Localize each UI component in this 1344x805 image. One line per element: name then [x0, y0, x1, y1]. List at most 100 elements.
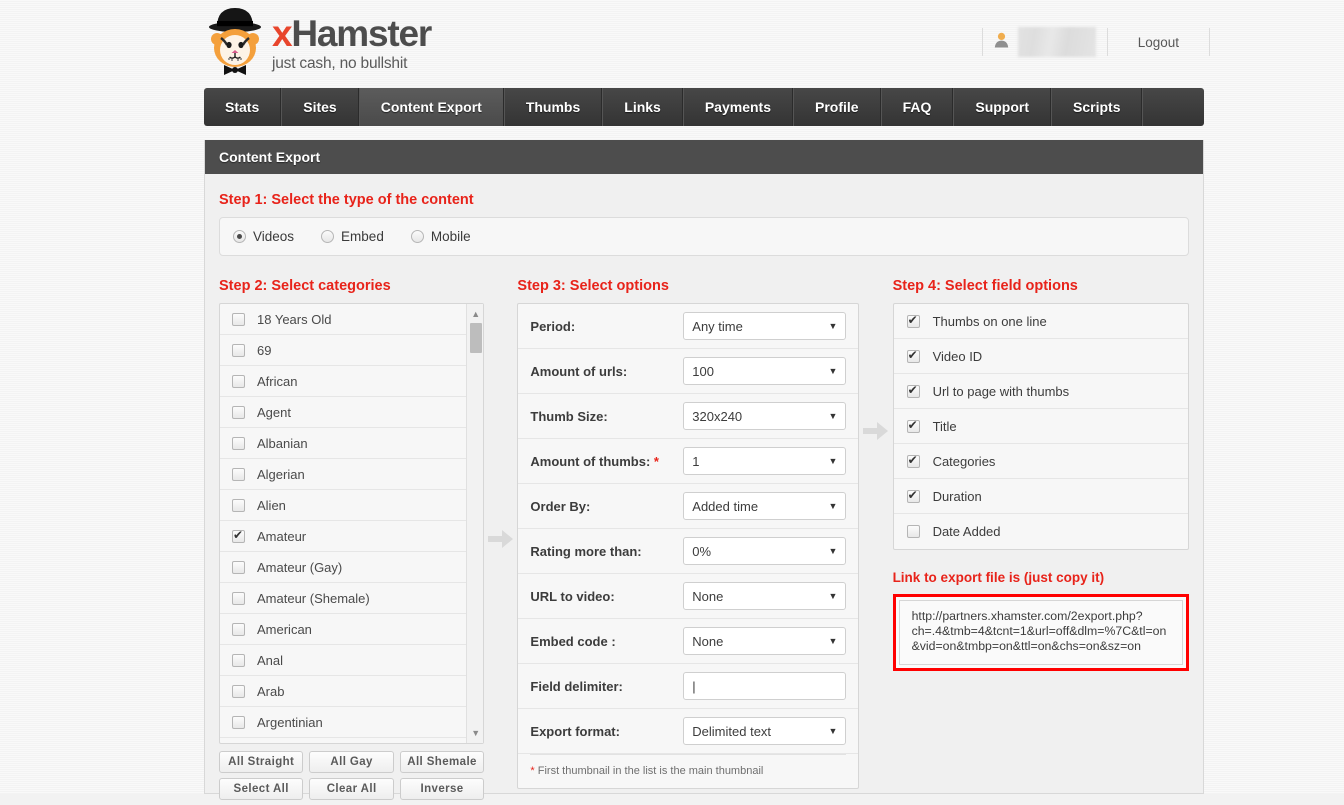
step3-label: Step 3: Select options — [517, 278, 669, 294]
option-label: Amount of urls: — [530, 363, 628, 379]
field-checkbox[interactable] — [906, 418, 920, 433]
field-option-url-to-page-with-thumbs[interactable]: Url to page with thumbs — [893, 374, 1189, 409]
all-shemale-button[interactable]: All Shemale — [399, 751, 485, 773]
scroll-down-arrow-icon[interactable]: ▼ — [467, 725, 484, 741]
field-option-video-id[interactable]: Video ID — [893, 339, 1189, 374]
main-navigation: Stats Sites Content Export Thumbs Links … — [204, 88, 1204, 126]
radio-option-mobile[interactable]: Mobile — [410, 229, 471, 244]
all-gay-button[interactable]: All Gay — [309, 751, 394, 773]
option-row-period: Period: Any time ▼ — [518, 304, 859, 349]
inverse-button[interactable]: Inverse — [399, 778, 485, 800]
site-logo[interactable]: xHamster just cash, no bullshit — [204, 5, 432, 77]
category-row[interactable]: Algerian — [220, 459, 467, 490]
category-row[interactable]: Amateur — [220, 521, 467, 552]
category-checkbox[interactable] — [232, 653, 245, 667]
nav-item-stats[interactable]: Stats — [204, 88, 282, 126]
logout-link[interactable]: Logout — [1138, 35, 1179, 50]
field-option-duration[interactable]: Duration — [893, 479, 1189, 514]
field-option-title[interactable]: Title — [893, 409, 1189, 444]
field-option-thumbs-on-one-line[interactable]: Thumbs on one line — [893, 304, 1189, 339]
field-checkbox[interactable] — [906, 313, 920, 328]
url-to-video-select[interactable]: None ▼ — [683, 582, 847, 610]
amount-of-urls-select[interactable]: 100 ▼ — [683, 357, 847, 385]
category-checkbox[interactable] — [232, 560, 245, 574]
nav-item-support[interactable]: Support — [953, 88, 1052, 126]
field-checkbox[interactable] — [906, 348, 920, 363]
category-checkbox[interactable] — [232, 374, 245, 388]
radio-embed-icon[interactable] — [321, 230, 335, 243]
field-checkbox[interactable] — [906, 453, 920, 468]
period-select[interactable]: Any time ▼ — [683, 312, 847, 340]
category-label: Anal — [257, 652, 284, 668]
category-checkbox[interactable] — [232, 467, 245, 481]
clear-all-button[interactable]: Clear All — [309, 778, 394, 800]
radio-option-videos[interactable]: Videos — [233, 229, 294, 244]
nav-item-faq[interactable]: FAQ — [880, 88, 954, 126]
category-checkbox[interactable] — [232, 405, 245, 419]
nav-item-payments[interactable]: Payments — [682, 88, 793, 126]
category-checkbox[interactable] — [232, 343, 245, 357]
amount-of-thumbs-select[interactable]: 1 ▼ — [683, 447, 847, 475]
nav-item-scripts[interactable]: Scripts — [1051, 88, 1143, 126]
brand-rest: Hamster — [291, 13, 432, 54]
option-row-order-by: Order By: Added time ▼ — [518, 484, 859, 529]
field-delimiter-input[interactable]: | — [683, 672, 847, 700]
nav-item-thumbs[interactable]: Thumbs — [503, 88, 603, 126]
all-straight-button[interactable]: All Straight — [219, 751, 304, 773]
export-link-value[interactable]: http://partners.xhamster.com/2export.php… — [898, 600, 1184, 665]
field-option-categories[interactable]: Categories — [893, 444, 1189, 479]
category-scrollbar[interactable]: ▲ ▼ — [466, 304, 484, 743]
category-checkbox[interactable] — [232, 715, 245, 729]
radio-mobile-icon[interactable] — [410, 230, 424, 243]
category-label: Agent — [257, 404, 291, 420]
nav-item-sites[interactable]: Sites — [281, 88, 359, 126]
category-checkbox[interactable] — [232, 498, 245, 512]
category-checkbox[interactable] — [232, 684, 245, 698]
category-row[interactable]: Alien — [220, 490, 467, 521]
field-checkbox[interactable] — [906, 488, 920, 503]
radio-videos-icon[interactable] — [233, 230, 246, 243]
category-row[interactable]: Agent — [220, 397, 467, 428]
category-row[interactable]: African — [220, 366, 467, 397]
scrollbar-thumb[interactable] — [470, 323, 483, 353]
select-all-button[interactable]: Select All — [219, 778, 304, 800]
rating-select[interactable]: 0% ▼ — [683, 537, 847, 565]
option-label-text: Amount of thumbs: — [530, 453, 651, 469]
field-options-box: Thumbs on one line Video ID Url to page … — [892, 303, 1190, 550]
option-row-field-delimiter: Field delimiter: | — [518, 664, 859, 709]
category-checkbox[interactable] — [232, 436, 245, 450]
field-checkbox[interactable] — [906, 383, 920, 398]
nav-item-content-export[interactable]: Content Export — [358, 88, 504, 126]
category-row[interactable]: Albanian — [220, 428, 467, 459]
export-format-select[interactable]: Delimited text ▼ — [683, 717, 847, 745]
category-row[interactable]: Amateur (Shemale) — [220, 583, 467, 614]
category-row[interactable]: Argentinian — [220, 707, 467, 738]
nav-item-links[interactable]: Links — [602, 88, 683, 126]
user-area: Logout — [981, 27, 1210, 57]
option-row-amount-of-urls: Amount of urls: 100 ▼ — [518, 349, 859, 394]
page-header: xHamster just cash, no bullshit Logout — [0, 0, 1344, 85]
category-checkbox[interactable] — [232, 312, 245, 326]
field-option-date-added[interactable]: Date Added — [894, 514, 1188, 549]
category-checkbox[interactable] — [232, 622, 245, 636]
category-row[interactable]: 18 Years Old — [220, 304, 467, 335]
category-checkbox[interactable] — [232, 528, 245, 543]
field-label: Categories — [932, 453, 996, 469]
thumb-size-select[interactable]: 320x240 ▼ — [683, 402, 847, 430]
embed-code-value: None — [692, 633, 724, 649]
order-by-select[interactable]: Added time ▼ — [683, 492, 847, 520]
embed-code-select[interactable]: None ▼ — [683, 627, 847, 655]
category-row[interactable]: Amateur (Gay) — [220, 552, 467, 583]
category-row[interactable]: 69 — [220, 335, 467, 366]
scroll-up-arrow-icon[interactable]: ▲ — [467, 306, 484, 322]
category-row[interactable]: Anal — [220, 645, 467, 676]
category-scroll-area: 18 Years Old 69 African Agent Albanian A… — [220, 304, 467, 743]
category-label: 69 — [257, 342, 272, 358]
radio-option-embed[interactable]: Embed — [321, 229, 384, 244]
field-checkbox[interactable] — [906, 525, 920, 538]
category-row[interactable]: Arab — [220, 676, 467, 707]
category-row[interactable]: American — [220, 614, 467, 645]
nav-item-profile[interactable]: Profile — [793, 88, 881, 126]
option-label: Period: — [530, 318, 576, 334]
category-checkbox[interactable] — [232, 591, 245, 605]
